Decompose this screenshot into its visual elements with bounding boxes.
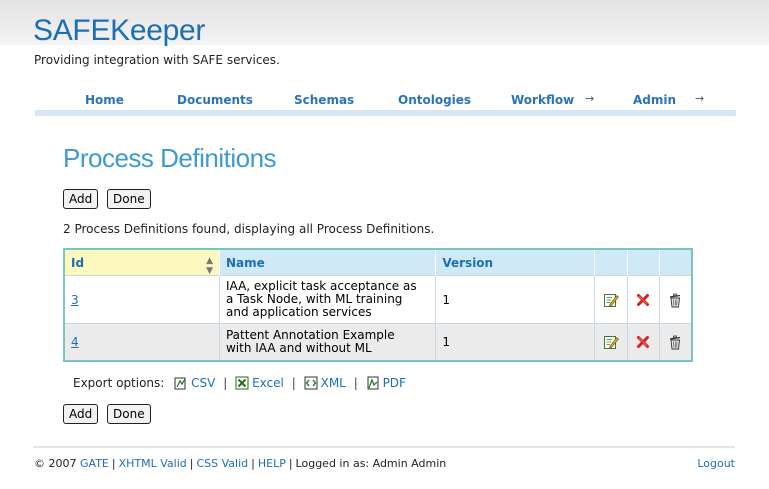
cell-id: 4 <box>64 323 220 361</box>
delete-cell <box>627 275 660 324</box>
site-tagline: Providing integration with SAFE services… <box>34 53 280 67</box>
footer-divider <box>33 446 735 448</box>
delete-cell <box>627 323 660 361</box>
nav-home[interactable]: Home <box>85 93 124 107</box>
export-options: Export options: CSV | Excel | XML | PDF <box>73 376 406 390</box>
excel-icon <box>235 376 249 390</box>
process-id-link[interactable]: 3 <box>71 293 79 307</box>
nav-ontologies[interactable]: Ontologies <box>398 93 471 107</box>
cell-version: 1 <box>435 323 596 361</box>
table-row: 4 Pattent Annotation Example with IAA an… <box>64 323 692 361</box>
cell-version: 1 <box>435 275 596 324</box>
edit-icon[interactable] <box>603 334 619 350</box>
table-header-row: Id ▲ ▼ Name Version <box>64 249 692 276</box>
add-button-top[interactable]: Add <box>63 189 99 209</box>
trash-icon[interactable] <box>667 334 683 350</box>
nav-workflow[interactable]: Workflow <box>511 93 574 107</box>
edit-cell <box>594 275 628 324</box>
table-row: 3 IAA, explicit task acceptance as a Tas… <box>64 275 692 324</box>
export-excel-link[interactable]: Excel <box>235 376 284 390</box>
done-button-top[interactable]: Done <box>107 189 151 209</box>
xml-icon <box>304 376 318 390</box>
add-button-bottom[interactable]: Add <box>63 404 99 424</box>
delete-icon[interactable] <box>635 334 651 350</box>
export-pdf-link[interactable]: PDF <box>366 376 406 390</box>
cell-id: 3 <box>64 275 220 324</box>
nav-documents[interactable]: Documents <box>177 93 253 107</box>
archive-cell <box>659 275 692 324</box>
column-header-id[interactable]: Id ▲ ▼ <box>64 249 220 276</box>
process-id-link[interactable]: 4 <box>71 335 79 349</box>
column-header-delete <box>627 249 660 276</box>
footer-link-xhtml[interactable]: XHTML Valid <box>119 457 187 470</box>
logged-in-status: Logged in as: Admin Admin <box>295 457 447 470</box>
column-header-version[interactable]: Version <box>435 249 596 276</box>
export-csv-link[interactable]: CSV <box>174 376 215 390</box>
done-button-bottom[interactable]: Done <box>107 404 151 424</box>
export-label: Export options: <box>73 376 165 390</box>
copyright: © 2007 <box>34 457 77 470</box>
footer-link-gate[interactable]: GATE <box>80 457 109 470</box>
results-summary: 2 Process Definitions found, displaying … <box>63 222 435 236</box>
main-nav: Home Documents Schemas Ontologies Workfl… <box>35 88 736 116</box>
cell-name: Pattent Annotation Example with IAA and … <box>219 323 437 361</box>
column-header-archive <box>659 249 692 276</box>
footer: © 2007 GATE | XHTML Valid | CSS Valid | HELP | L… <box>34 457 447 470</box>
page-title: Process Definitions <box>63 143 277 173</box>
delete-icon[interactable] <box>635 292 651 308</box>
csv-icon <box>174 377 186 390</box>
site-brand: SAFEKeeper <box>33 14 206 47</box>
nav-admin[interactable]: Admin <box>633 93 676 107</box>
column-header-edit <box>594 249 628 276</box>
cell-name: IAA, explicit task acceptance as a Task … <box>219 275 437 324</box>
footer-link-help[interactable]: HELP <box>258 457 286 470</box>
logout-link[interactable]: Logout <box>697 457 735 470</box>
sort-icon: ▲ ▼ <box>206 256 213 276</box>
export-xml-link[interactable]: XML <box>304 376 346 390</box>
process-definitions-table: Id ▲ ▼ Name Version 3 IAA, explicit task … <box>63 248 693 362</box>
archive-cell <box>659 323 692 361</box>
edit-cell <box>594 323 628 361</box>
admin-submenu-arrow-icon: → <box>695 92 705 105</box>
trash-icon[interactable] <box>667 292 683 308</box>
footer-link-css[interactable]: CSS Valid <box>196 457 248 470</box>
column-header-name[interactable]: Name <box>219 249 437 276</box>
pdf-icon <box>367 376 379 390</box>
edit-icon[interactable] <box>603 292 619 308</box>
nav-schemas[interactable]: Schemas <box>294 93 354 107</box>
workflow-submenu-arrow-icon: → <box>585 92 595 105</box>
